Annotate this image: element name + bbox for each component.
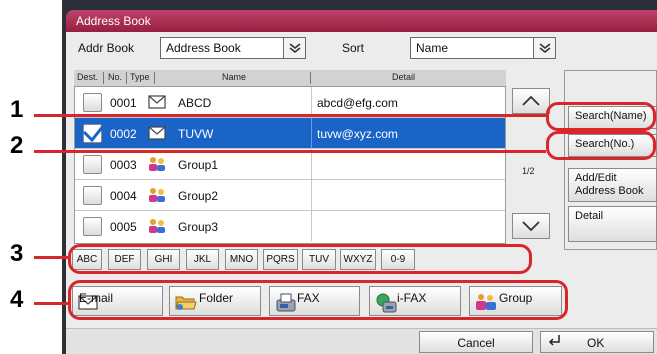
row-detail: tuvw@xyz.com [317,127,398,141]
group-icon [148,187,166,203]
callout-ring-2 [546,131,656,160]
group-icon [148,156,166,172]
sort-value: Name [416,41,449,55]
sort-select[interactable]: Name [410,37,556,59]
enter-icon [547,334,561,351]
chevron-down-icon [283,38,305,58]
row-number: 0005 [110,220,137,234]
chevron-down-icon [533,38,555,58]
callout-ring-1 [546,102,656,131]
add-edit-label-line1: Add/Edit [575,172,617,184]
scroll-up-button[interactable] [512,88,550,114]
page-indicator: 1/2 [522,166,535,176]
ok-label: OK [587,336,605,350]
row-name: TUVW [178,127,214,141]
callout-ring-3 [68,244,532,274]
row-detail: abcd@efg.com [317,96,398,110]
list-header: Dest. No. Type Name Detail [74,70,506,86]
ok-button[interactable]: OK [540,331,654,353]
callout-number-4: 4 [10,286,24,313]
chevron-up-icon [522,96,540,106]
callout-number-3: 3 [10,240,24,267]
detail-label: Detail [575,210,604,222]
envelope-icon [148,125,166,141]
callout-line-4 [34,302,69,305]
row-name: Group1 [178,158,219,172]
header-divider [154,72,155,84]
table-row[interactable]: 0004 Group2 [75,180,505,211]
row-number: 0002 [110,127,137,141]
cancel-button[interactable]: Cancel [419,331,533,353]
table-row[interactable]: 0005 Group3 [75,211,505,242]
header-no: No. [108,72,123,82]
column-divider [311,211,312,241]
header-divider [103,72,104,84]
group-icon [148,218,166,234]
add-edit-address-book-button[interactable]: Add/Edit Address Book [568,168,657,202]
callout-number-2: 2 [10,132,24,159]
column-divider [311,180,312,210]
callout-line-1 [34,114,546,117]
add-edit-label-line2: Address Book [575,185,644,197]
row-name: Group3 [178,220,219,234]
table-row[interactable]: 0002 TUVW tuvw@xyz.com [75,118,505,149]
header-divider [126,72,127,84]
cancel-label: Cancel [457,336,495,350]
row-name: ABCD [178,96,212,110]
scroll-down-button[interactable] [512,213,550,239]
row-checkbox[interactable] [83,155,102,174]
row-checkbox[interactable] [83,217,102,236]
callout-line-2 [34,150,546,153]
window-title: Address Book [66,10,657,32]
row-checkbox[interactable] [82,119,110,143]
header-name: Name [222,72,247,82]
row-checkbox[interactable] [83,93,102,112]
column-divider [311,118,312,148]
row-number: 0001 [110,96,137,110]
table-row[interactable]: 0003 Group1 [75,149,505,180]
header-dest: Dest. [77,72,99,82]
header-detail: Detail [392,72,416,82]
row-number: 0003 [110,158,137,172]
column-divider [311,87,312,117]
addr-book-value: Address Book [166,41,241,55]
column-divider [311,149,312,179]
callout-number-1: 1 [10,96,24,123]
address-list: 0001 ABCD abcd@efg.com 0002 TUVW tuvw@xy… [74,86,506,244]
callout-ring-4 [68,280,568,320]
addr-book-label: Addr Book [78,41,135,55]
header-type: Type [130,72,150,82]
row-number: 0004 [110,189,137,203]
callout-line-3 [34,256,69,259]
addr-book-select[interactable]: Address Book [160,37,306,59]
header-divider [310,72,311,84]
row-checkbox[interactable] [83,186,102,205]
envelope-icon [148,94,166,110]
chevron-down-icon [522,221,540,231]
row-name: Group2 [178,189,219,203]
detail-button[interactable]: Detail [568,206,657,242]
sort-label: Sort [342,41,365,55]
checkmark-icon [82,119,110,143]
